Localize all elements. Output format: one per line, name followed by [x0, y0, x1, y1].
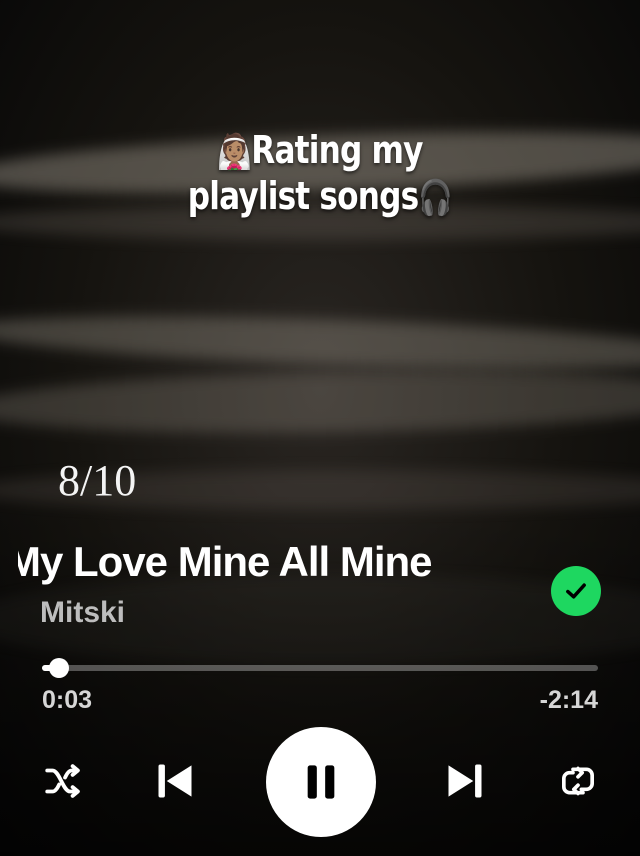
- shuffle-icon: [45, 764, 80, 798]
- artist-name[interactable]: Mitski: [40, 596, 125, 630]
- previous-button[interactable]: [150, 756, 200, 806]
- liked-button[interactable]: [551, 566, 601, 616]
- title-text-2: playlist songs: [187, 174, 419, 218]
- repeat-icon: [562, 766, 594, 796]
- title-line-2: playlist songs🎧: [58, 174, 583, 220]
- shuffle-button[interactable]: [40, 758, 86, 804]
- progress-knob[interactable]: [49, 658, 69, 678]
- pause-button[interactable]: [266, 727, 376, 837]
- repeat-button[interactable]: [555, 758, 601, 804]
- pause-icon: [307, 765, 335, 799]
- elapsed-time: 0:03: [42, 686, 93, 714]
- song-rating: 8/10: [58, 456, 137, 505]
- song-title: My Love Mine All Mine: [18, 538, 432, 585]
- title-text-1: Rating my: [251, 128, 423, 172]
- progress-bar[interactable]: [42, 658, 598, 678]
- bride-emoji: 👰🏽: [217, 132, 252, 172]
- check-icon: [566, 583, 586, 599]
- title-line-1: 👰🏽Rating my: [58, 128, 583, 174]
- overlay-title: 👰🏽Rating my playlist songs🎧: [58, 128, 583, 220]
- skip-previous-icon: [158, 764, 192, 798]
- song-title-container: My Love Mine All Mine: [18, 538, 538, 586]
- next-button[interactable]: [440, 756, 490, 806]
- remaining-time: -2:14: [539, 686, 598, 714]
- headphones-emoji: 🎧: [418, 178, 453, 218]
- skip-next-icon: [448, 764, 482, 798]
